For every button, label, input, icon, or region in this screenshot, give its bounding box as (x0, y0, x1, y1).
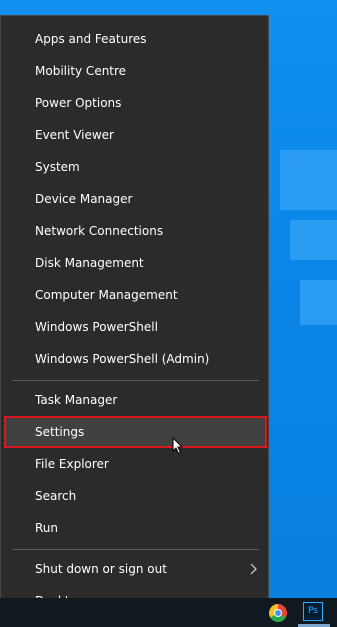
menu-item-system[interactable]: System (4, 151, 267, 183)
winx-context-menu: Apps and Features Mobility Centre Power … (0, 15, 269, 625)
desktop-pattern (290, 220, 337, 260)
menu-item-search[interactable]: Search (4, 480, 267, 512)
chevron-right-icon (250, 563, 257, 575)
menu-item-event-viewer[interactable]: Event Viewer (4, 119, 267, 151)
desktop-pattern (300, 280, 337, 325)
menu-item-shut-down-or-sign-out[interactable]: Shut down or sign out (4, 553, 267, 585)
menu-separator (12, 380, 259, 381)
menu-separator (12, 549, 259, 550)
mouse-pointer-icon (172, 437, 184, 455)
menu-item-run[interactable]: Run (4, 512, 267, 544)
menu-item-windows-powershell[interactable]: Windows PowerShell (4, 311, 267, 343)
menu-item-settings[interactable]: Settings (4, 416, 267, 448)
desktop-pattern (280, 150, 337, 210)
menu-item-disk-management[interactable]: Disk Management (4, 247, 267, 279)
menu-item-power-options[interactable]: Power Options (4, 87, 267, 119)
menu-item-apps-and-features[interactable]: Apps and Features (4, 23, 267, 55)
menu-item-task-manager[interactable]: Task Manager (4, 384, 267, 416)
menu-item-device-manager[interactable]: Device Manager (4, 183, 267, 215)
menu-item-windows-powershell-admin[interactable]: Windows PowerShell (Admin) (4, 343, 267, 375)
menu-item-label: Shut down or sign out (35, 562, 167, 576)
menu-item-network-connections[interactable]: Network Connections (4, 215, 267, 247)
photoshop-icon[interactable]: Ps (303, 602, 323, 621)
menu-item-file-explorer[interactable]: File Explorer (4, 448, 267, 480)
menu-item-computer-management[interactable]: Computer Management (4, 279, 267, 311)
menu-item-mobility-centre[interactable]: Mobility Centre (4, 55, 267, 87)
chrome-icon[interactable] (269, 604, 287, 622)
